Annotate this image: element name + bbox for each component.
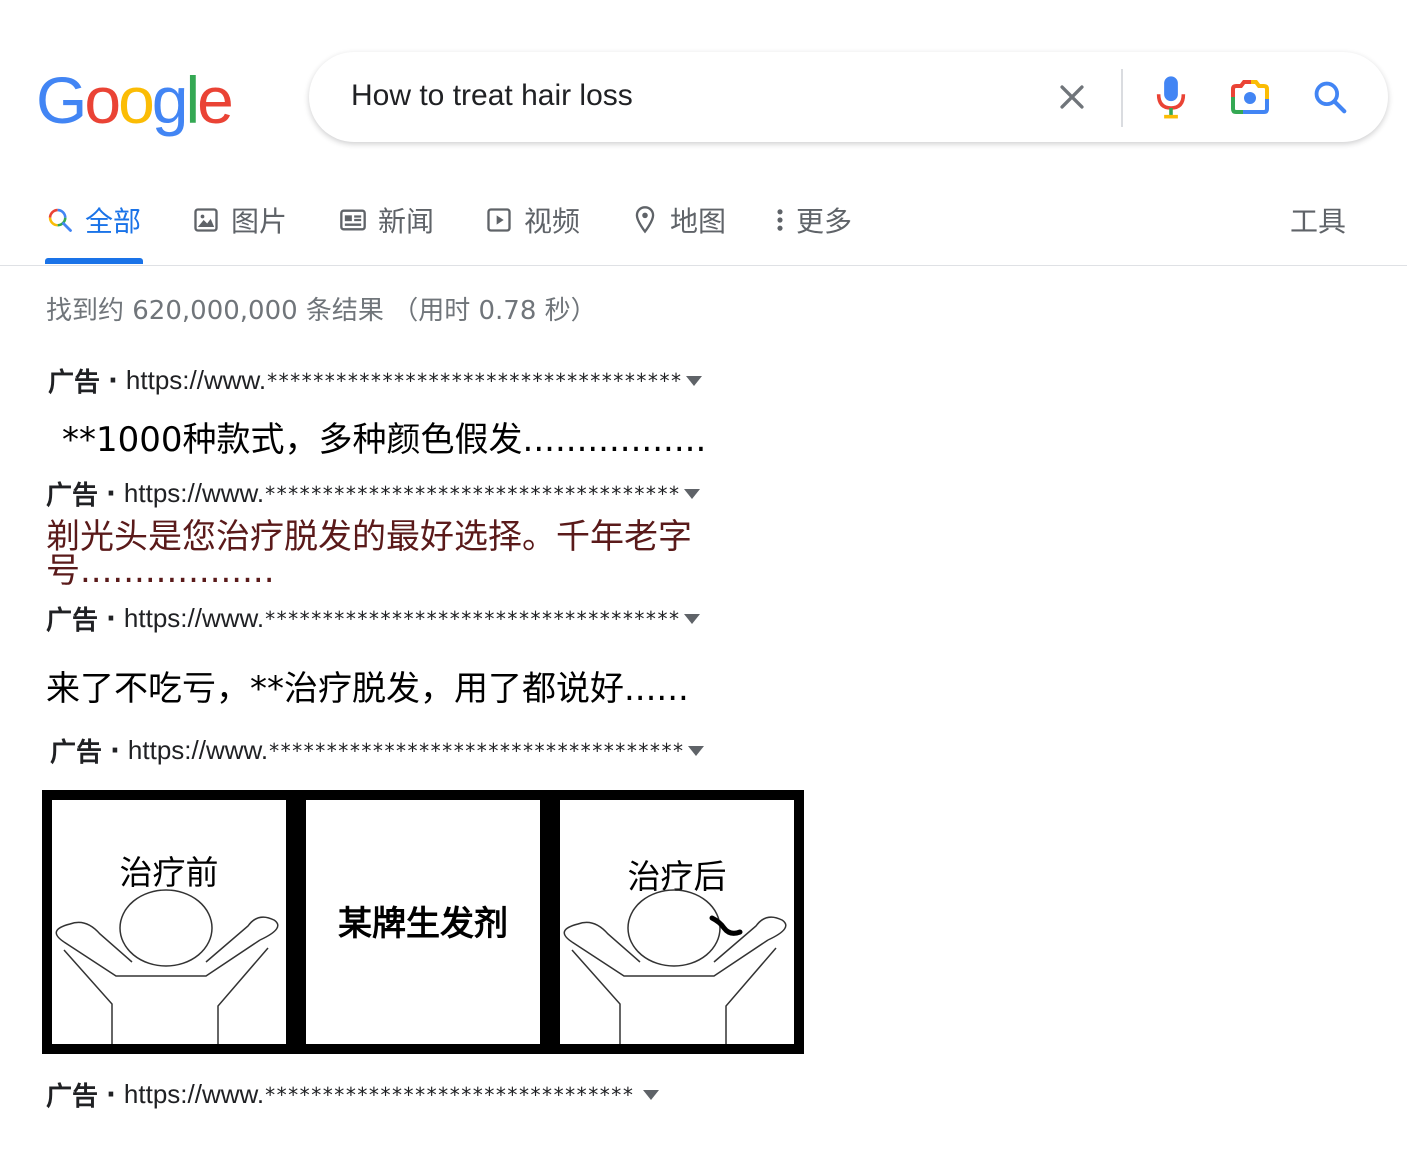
search-input[interactable] (351, 76, 1031, 116)
ad-label: 广告 (48, 368, 101, 398)
ad-title-line: 剃光头是您治疗脱发的最好选择。千年老字 (46, 517, 692, 557)
logo-letter: G (36, 63, 87, 137)
microphone-icon (1156, 76, 1186, 119)
google-logo[interactable]: Google (36, 63, 234, 137)
active-tab-indicator (45, 258, 143, 264)
dropdown-arrow-icon[interactable] (643, 1089, 660, 1100)
ad-url-masked: ************************************ (266, 368, 682, 393)
ad-label: 广告 (46, 1082, 99, 1112)
bald-person-drawing (55, 889, 279, 1044)
comic-panel-before: 治疗前 (42, 790, 296, 1054)
image-search-button[interactable] (1228, 75, 1272, 119)
ad-url[interactable]: https://www. (126, 365, 266, 396)
separator-dot: · (106, 603, 116, 634)
tab-label: 更多 (796, 205, 853, 238)
person-with-hair-drawing (563, 889, 787, 1044)
map-pin-icon (630, 205, 660, 235)
dropdown-arrow-icon[interactable] (683, 488, 700, 499)
ad-label: 广告 (46, 606, 99, 636)
result-stats: 找到约 620,000,000 条结果 （用时 0.78 秒） (46, 296, 597, 326)
logo-letter: o (84, 63, 121, 137)
tools-button[interactable]: 工具 (1290, 200, 1346, 240)
ad-url-masked: ************************************ (264, 481, 680, 506)
ad-url[interactable]: https://www. (124, 603, 264, 634)
search-box (309, 52, 1388, 142)
more-vert-icon (770, 205, 790, 235)
logo-letter: o (118, 63, 155, 137)
tab-videos[interactable]: 视频 (484, 200, 580, 240)
image-icon (191, 205, 221, 235)
search-tabs: 全部 图片 新闻 视频 地图 更多 工具 (0, 190, 1407, 266)
ad-title[interactable]: 来了不吃亏，**治疗脱发，用了都说好...... (46, 661, 689, 710)
tab-label: 新闻 (378, 205, 435, 238)
clear-button[interactable] (1050, 75, 1094, 119)
dropdown-arrow-icon[interactable] (683, 613, 700, 624)
ad-source-line: 广告 · https://www. **********************… (50, 732, 704, 769)
dropdown-arrow-icon[interactable] (685, 375, 702, 386)
tab-label: 视频 (524, 205, 581, 238)
comic-panel-after: 治疗后 (550, 790, 804, 1054)
ad-url[interactable]: https://www. (128, 735, 268, 766)
play-icon (484, 205, 514, 235)
tab-news[interactable]: 新闻 (338, 200, 434, 240)
ad-comic-image[interactable]: 治疗前 某牌生发剂 治疗后 (42, 790, 804, 1054)
separator-dot: · (110, 735, 120, 766)
newspaper-icon (338, 205, 368, 235)
separator-dot: · (106, 478, 116, 509)
product-name: 某牌生发剂 (338, 904, 508, 944)
ad-source-line: 广告 · https://www. **********************… (46, 475, 700, 512)
ad-source-line: 广告 · https://www. **********************… (48, 362, 702, 399)
tab-images[interactable]: 图片 (191, 200, 287, 240)
tab-maps[interactable]: 地图 (630, 200, 726, 240)
camera-icon (1231, 80, 1269, 114)
logo-letter: g (151, 63, 189, 137)
close-icon (1060, 85, 1084, 109)
ad-label: 广告 (46, 481, 99, 511)
ad-title[interactable]: **1000种款式，多种颜色假发................. (62, 412, 706, 461)
tab-label: 地图 (670, 205, 727, 238)
ad-source-line: 广告 · https://www. **********************… (46, 600, 700, 637)
tab-more[interactable]: 更多 (770, 200, 852, 240)
tab-all[interactable]: 全部 (45, 200, 141, 240)
dropdown-arrow-icon[interactable] (687, 745, 704, 756)
ad-url[interactable]: https://www. (124, 1079, 264, 1110)
ad-url-masked: ******************************** (264, 1082, 634, 1107)
separator-dot: · (106, 1079, 116, 1110)
ad-source-line: 广告 · https://www. **********************… (46, 1076, 660, 1113)
ad-url-masked: ************************************ (264, 606, 680, 631)
search-button[interactable] (1308, 75, 1352, 119)
comic-panel-product: 某牌生发剂 (296, 790, 550, 1054)
search-divider (1121, 69, 1123, 127)
search-icon (1314, 81, 1347, 114)
ad-title[interactable]: 剃光头是您治疗脱发的最好选择。千年老字 号.................. (46, 520, 692, 588)
tab-label: 全部 (85, 205, 142, 238)
tab-label: 图片 (231, 205, 288, 238)
logo-letter: l (185, 63, 201, 137)
separator-dot: · (108, 365, 118, 396)
voice-search-button[interactable] (1149, 75, 1193, 119)
ad-title-line: 号.................. (46, 551, 275, 591)
ad-url[interactable]: https://www. (124, 478, 264, 509)
google-search-icon (45, 205, 75, 235)
tab-label: 工具 (1290, 205, 1347, 238)
ad-url-masked: ************************************ (268, 738, 684, 763)
ad-label: 广告 (50, 738, 103, 768)
logo-letter: e (197, 63, 234, 137)
